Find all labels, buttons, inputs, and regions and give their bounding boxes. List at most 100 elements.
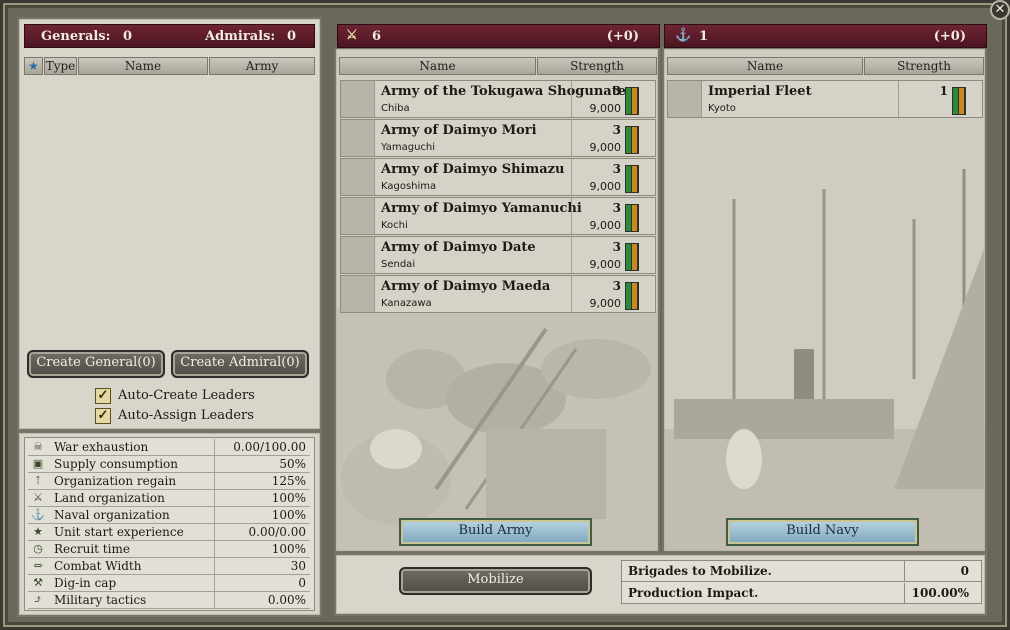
army-col-name-button[interactable]: Name [339,57,536,75]
army-portrait [341,120,375,156]
army-strength: 9,000 [589,180,622,193]
army-row[interactable]: Army of Daimyo Maeda Kanazawa 3 9,000 [340,275,656,313]
build-army-button[interactable]: Build Army [399,518,592,546]
army-change: (+0) [606,29,639,44]
auto-create-checkbox[interactable]: ✓ [95,388,111,404]
army-strength: 9,000 [589,297,622,310]
production-impact-label: Production Impact. [628,586,759,600]
army-col-strength-button[interactable]: Strength [537,57,657,75]
admirals-count: 0 [287,29,297,44]
army-strength: 9,000 [589,102,622,115]
army-unit-count: 3 [612,279,621,293]
army-strength: 9,000 [589,219,622,232]
army-strength-bar [625,243,639,271]
stat-row: ⚒ Dig-in cap 0 [28,575,310,592]
navy-unit-count: 1 [939,84,948,98]
brigades-value: 0 [904,561,981,581]
generals-count: 0 [123,29,133,44]
navy-name: Imperial Fleet [708,84,812,99]
army-strength: 9,000 [589,141,622,154]
organization-regain-icon: ⇡ [33,474,43,487]
navy-col-name-button[interactable]: Name [667,57,863,75]
stat-value: 0.00/0.00 [214,524,310,540]
stat-value: 100% [214,507,310,523]
stat-label: Dig-in cap [54,576,117,590]
army-row[interactable]: Army of Daimyo Date Sendai 3 9,000 [340,236,656,274]
army-strength-bar [625,87,639,115]
stat-label: Unit start experience [54,525,184,539]
army-row[interactable]: Army of Daimyo Mori Yamaguchi 3 9,000 [340,119,656,157]
navy-col-strength-button[interactable]: Strength [864,57,984,75]
stat-value: 0 [214,575,310,591]
close-icon: ✕ [994,2,1006,17]
supply-icon: ▣ [32,457,44,470]
create-general-button[interactable]: Create General(0) [27,350,165,378]
army-name: Army of Daimyo Mori [381,123,537,138]
leaders-list[interactable] [24,76,315,344]
stat-value: 0.00% [214,592,310,608]
army-location: Sendai [381,259,416,270]
naval-organization-icon: ⚓ [31,508,45,521]
army-name: Army of Daimyo Yamanuchi [381,201,582,216]
build-navy-button[interactable]: Build Navy [726,518,919,546]
stat-row: ⚔ Land organization 100% [28,490,310,507]
army-unit-count: 3 [612,162,621,176]
army-strength: 9,000 [589,258,622,271]
stat-label: Land organization [54,491,165,505]
auto-create-label: Auto-Create Leaders [118,388,255,403]
army-location: Kochi [381,220,408,231]
war-exhaustion-icon: ☠ [33,440,43,453]
army-location: Kanazawa [381,298,432,309]
army-portrait [341,276,375,312]
army-portrait [341,237,375,273]
col-army-button[interactable]: Army [209,57,315,75]
auto-assign-label: Auto-Assign Leaders [118,408,254,423]
army-icon: ⚔ [346,28,358,43]
close-button[interactable]: ✕ [990,0,1010,20]
land-organization-icon: ⚔ [33,491,43,504]
stat-value: 30 [214,558,310,574]
sort-by-rank-button[interactable]: ★ [24,57,43,75]
navy-row[interactable]: Imperial Fleet Kyoto 1 [667,80,983,118]
navies-header: ⚓ 1 (+0) [664,24,987,48]
army-portrait [341,81,375,117]
stat-row: ★ Unit start experience 0.00/0.00 [28,524,310,541]
col-type-button[interactable]: Type [44,57,77,75]
army-name: Army of the Tokugawa Shogunate [381,84,626,99]
stat-row: ▣ Supply consumption 50% [28,456,310,473]
navy-location: Kyoto [708,103,736,114]
army-name: Army of Daimyo Date [381,240,536,255]
stat-label: Naval organization [54,508,170,522]
col-name-button[interactable]: Name [78,57,208,75]
leaders-header: Generals: 0 Admirals: 0 [24,24,315,48]
army-portrait [341,198,375,234]
combat-width-icon: ⇔ [33,559,43,572]
stat-row: ⇡ Organization regain 125% [28,473,310,490]
army-name: Army of Daimyo Maeda [381,279,551,294]
stat-value: 100% [214,541,310,557]
stat-label: Military tactics [54,593,147,607]
create-admiral-button[interactable]: Create Admiral(0) [171,350,309,378]
brigades-label: Brigades to Mobilize. [628,564,772,578]
ships-illustration [664,169,985,551]
mobilize-table: Brigades to Mobilize. 0 Production Impac… [621,560,982,604]
admirals-label: Admirals: [205,29,276,44]
generals-label: Generals: [41,29,111,44]
auto-assign-checkbox[interactable]: ✓ [95,408,111,424]
army-strength-bar [625,165,639,193]
mobilize-button[interactable]: Mobilize [399,567,592,595]
army-row[interactable]: Army of Daimyo Shimazu Kagoshima 3 9,000 [340,158,656,196]
navy-strength-bar [952,87,966,115]
stat-row: ☠ War exhaustion 0.00/100.00 [28,439,310,456]
anchor-icon: ⚓ [675,28,692,43]
army-row[interactable]: Army of Daimyo Yamanuchi Kochi 3 9,000 [340,197,656,235]
stat-row: ⇔ Combat Width 30 [28,558,310,575]
stats-table: ☠ War exhaustion 0.00/100.00 ▣ Supply consum… [24,437,315,611]
navy-change: (+0) [933,29,966,44]
army-count: 6 [372,29,382,44]
army-unit-count: 3 [612,84,621,98]
navy-count: 1 [699,29,709,44]
army-row[interactable]: Army of the Tokugawa Shogunate Chiba 3 9,00… [340,80,656,118]
navy-portrait [668,81,702,117]
stat-label: Supply consumption [54,457,178,471]
